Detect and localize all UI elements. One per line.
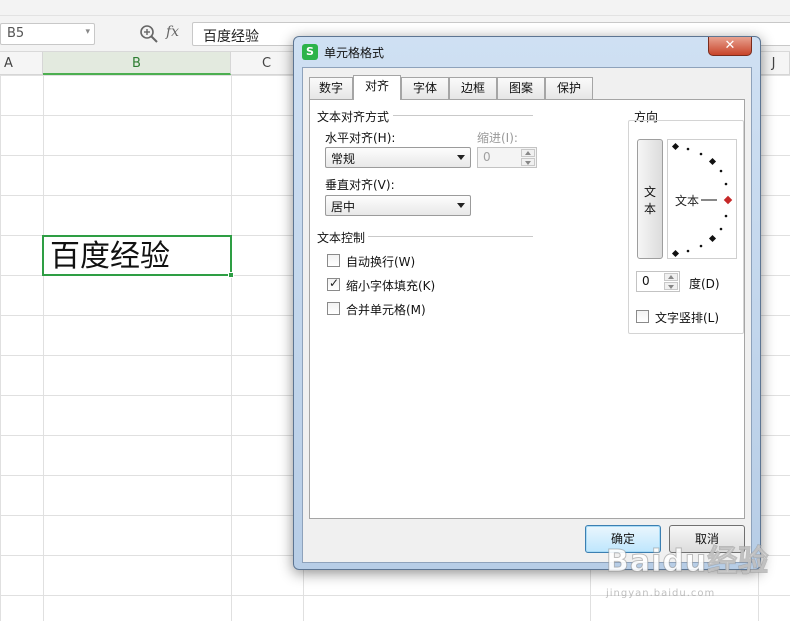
- dial-marker-icon: [723, 195, 733, 205]
- spin-down-icon[interactable]: [664, 282, 678, 290]
- tab-pattern[interactable]: 图案: [497, 77, 545, 99]
- stepper-buttons: [521, 149, 535, 166]
- column-header-a[interactable]: A: [0, 52, 43, 75]
- shrink-to-fit-label: 缩小字体填充(K): [346, 279, 436, 293]
- active-cell-b5[interactable]: 百度经验: [42, 235, 234, 278]
- vertical-text-button[interactable]: 文本: [637, 139, 663, 259]
- checkbox-box[interactable]: [327, 302, 340, 315]
- wrap-text-label: 自动换行(W): [346, 255, 416, 269]
- dialog-body: 数字 对齐 字体 边框 图案 保护 文本对齐方式 水平对齐(H): 常规 缩进(…: [302, 67, 752, 563]
- stacked-text-checkbox[interactable]: 文字竖排(L): [636, 309, 736, 325]
- dialog-titlebar[interactable]: S 单元格格式 ✕: [294, 37, 760, 67]
- wps-app-icon: S: [302, 44, 318, 60]
- column-header-j[interactable]: J: [758, 52, 790, 75]
- tab-font[interactable]: 字体: [401, 77, 449, 99]
- indent-value: 0: [483, 150, 491, 164]
- chevron-down-icon[interactable]: ▾: [85, 27, 90, 37]
- indent-stepper: 0: [477, 147, 537, 168]
- grid-line: [43, 75, 44, 621]
- degrees-stepper[interactable]: 0: [636, 271, 680, 292]
- tab-protection[interactable]: 保护: [545, 77, 593, 99]
- horizontal-align-select[interactable]: 常规: [325, 147, 471, 168]
- grid-line: [231, 75, 232, 621]
- orientation-dial[interactable]: 文本: [667, 139, 737, 259]
- spin-down-icon: [521, 158, 535, 166]
- indent-label: 缩进(I):: [477, 131, 518, 145]
- vertical-text-label: 文本: [643, 185, 656, 216]
- horizontal-align-label: 水平对齐(H):: [325, 131, 396, 145]
- tab-alignment[interactable]: 对齐: [353, 75, 401, 100]
- ribbon-strip: [0, 0, 790, 16]
- tab-number[interactable]: 数字: [309, 77, 353, 99]
- merge-cells-checkbox[interactable]: 合并单元格(M): [327, 301, 457, 317]
- checkbox-box[interactable]: [636, 310, 649, 323]
- shrink-to-fit-checkbox[interactable]: ✓ 缩小字体填充(K): [327, 276, 457, 293]
- vertical-align-label: 垂直对齐(V):: [325, 178, 395, 192]
- name-box-value: B5: [7, 26, 25, 41]
- stepper-buttons[interactable]: [664, 273, 678, 290]
- name-box[interactable]: B5 ▾: [0, 23, 95, 45]
- zoom-icon[interactable]: [138, 23, 160, 45]
- fill-handle[interactable]: [228, 272, 234, 278]
- degrees-label: 度(D): [689, 277, 720, 291]
- cell-value: 百度经验: [50, 239, 170, 274]
- spin-up-icon[interactable]: [664, 273, 678, 281]
- checkbox-box[interactable]: ✓: [327, 276, 340, 291]
- checkmark-icon: ✓: [329, 276, 340, 290]
- fx-icon[interactable]: fx: [166, 24, 179, 40]
- tab-border[interactable]: 边框: [449, 77, 497, 99]
- vertical-align-select[interactable]: 居中: [325, 195, 471, 216]
- merge-cells-label: 合并单元格(M): [346, 303, 426, 317]
- group-divider: [393, 115, 533, 116]
- ok-button[interactable]: 确定: [585, 525, 661, 553]
- alignment-panel: 文本对齐方式 水平对齐(H): 常规 缩进(I): 0 垂直对齐(V): 居中 …: [309, 99, 745, 519]
- orientation-group: 文本 文本 0 度(D) 文字竖排(L): [628, 120, 744, 334]
- chevron-down-icon: [457, 203, 465, 208]
- cancel-button[interactable]: 取消: [669, 525, 745, 553]
- dial-text-label: 文本: [675, 194, 700, 208]
- text-control-group-label: 文本控制: [317, 231, 366, 245]
- dialog-title: 单元格格式: [324, 46, 385, 60]
- horizontal-align-value: 常规: [331, 152, 356, 166]
- close-button[interactable]: ✕: [708, 37, 752, 56]
- spin-up-icon: [521, 149, 535, 157]
- column-header-b[interactable]: B: [43, 52, 231, 75]
- stacked-text-label: 文字竖排(L): [655, 311, 720, 325]
- vertical-align-value: 居中: [331, 200, 356, 214]
- format-cells-dialog: S 单元格格式 ✕ 数字 对齐 字体 边框 图案 保护 文本对齐方式 水平对齐(…: [293, 36, 761, 570]
- wrap-text-checkbox[interactable]: 自动换行(W): [327, 253, 457, 269]
- text-alignment-group-label: 文本对齐方式: [317, 110, 390, 124]
- degrees-value: 0: [642, 274, 650, 288]
- checkbox-box[interactable]: [327, 254, 340, 267]
- group-divider: [368, 236, 533, 237]
- chevron-down-icon: [457, 155, 465, 160]
